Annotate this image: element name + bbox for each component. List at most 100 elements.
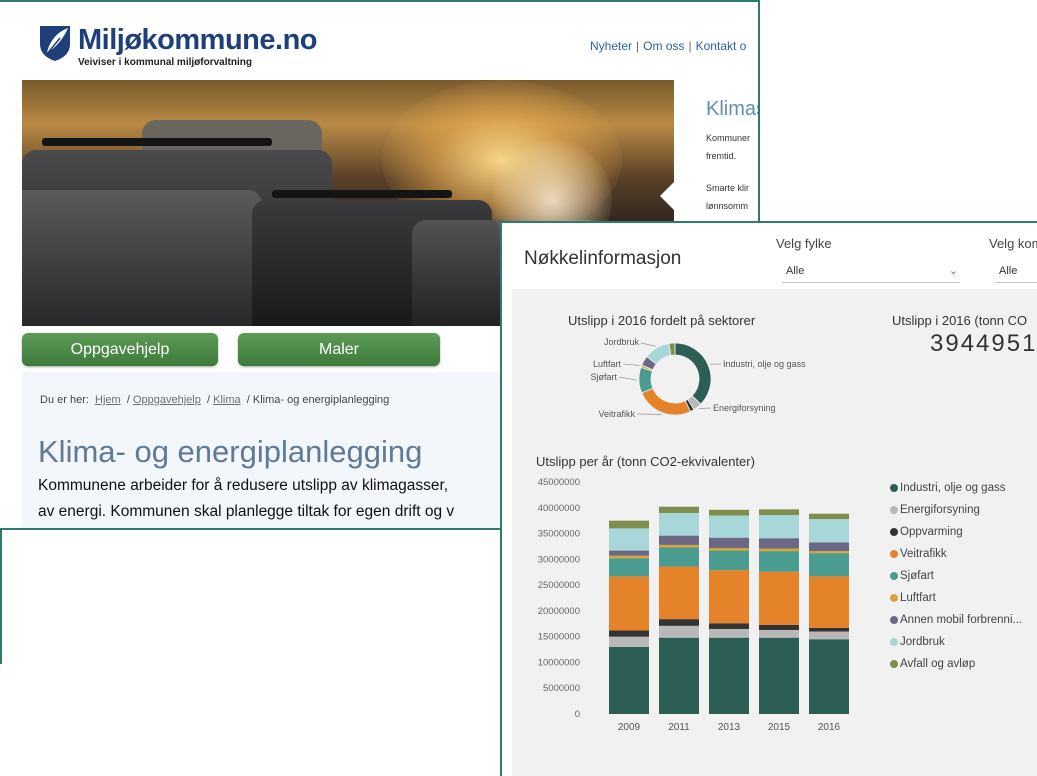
bar-segment[interactable] xyxy=(809,639,849,714)
bar-segment[interactable] xyxy=(659,625,699,638)
side-panel-text: fremtid. xyxy=(706,151,737,161)
bar-segment[interactable] xyxy=(759,571,799,625)
bar-segment[interactable] xyxy=(709,570,749,624)
legend-item[interactable]: Avfall og avløp xyxy=(890,653,1022,675)
donut-slice-label: Veitrafikk xyxy=(598,409,635,419)
bar-segment[interactable] xyxy=(709,628,749,638)
donut-chart[interactable]: Jordbruk Luftfart Sjøfart Veitrafikk Industr… xyxy=(572,331,912,451)
x-axis-tick-label: 2011 xyxy=(668,722,690,733)
breadcrumb-link-climate[interactable]: Klima xyxy=(213,394,241,406)
chevron-down-icon[interactable]: ⌄ xyxy=(949,260,958,282)
bar-segment[interactable] xyxy=(659,619,699,626)
bar-segment[interactable] xyxy=(809,631,849,640)
donut-slice[interactable] xyxy=(641,387,691,416)
legend-label: Veitrafikk xyxy=(900,548,947,560)
bar-chart-title: Utslipp per år (tonn CO2-ekvivalenter) xyxy=(536,454,755,469)
bar-segment[interactable] xyxy=(759,629,799,638)
bar-segment[interactable] xyxy=(609,550,649,556)
legend-item[interactable]: Annen mobil forbrenni... xyxy=(890,609,1022,631)
y-axis-tick-label: 10000000 xyxy=(538,657,580,668)
bar-segment[interactable] xyxy=(659,512,699,536)
bar-segment[interactable] xyxy=(809,513,849,520)
bar-segment[interactable] xyxy=(759,514,799,539)
bar-segment[interactable] xyxy=(709,623,749,629)
top-navigation: Nyheter | Om oss | Kontakt o xyxy=(590,39,746,53)
donut-slice[interactable] xyxy=(638,366,654,394)
breadcrumb-link-home[interactable]: Hjem xyxy=(95,394,121,406)
bar-segment[interactable] xyxy=(809,519,849,543)
bar-segment[interactable] xyxy=(609,636,649,647)
bar-segment[interactable] xyxy=(659,535,699,545)
bar-segment[interactable] xyxy=(609,576,649,631)
bar-segment[interactable] xyxy=(759,509,799,515)
legend-item[interactable]: Industri, olje og gass xyxy=(890,477,1022,499)
bar-segment[interactable] xyxy=(759,551,799,572)
panel-notch xyxy=(660,180,676,212)
county-slicer-dropdown[interactable]: Alle ⌄ xyxy=(782,260,960,283)
leaf-shield-icon[interactable] xyxy=(38,24,72,62)
donut-leader-line xyxy=(622,363,640,366)
legend-label: Annen mobil forbrenni... xyxy=(900,614,1023,626)
legend-item[interactable]: Veitrafikk xyxy=(890,543,1022,565)
task-help-button[interactable]: Oppgavehjelp xyxy=(22,333,218,366)
bar-segment[interactable] xyxy=(709,509,749,516)
bar-segment[interactable] xyxy=(609,646,649,714)
county-slicer-label: Velg fylke xyxy=(776,236,832,251)
bar-segment[interactable] xyxy=(609,520,649,529)
county-slicer-value: Alle xyxy=(786,265,805,277)
bar-segment[interactable] xyxy=(809,553,849,577)
bar-segment[interactable] xyxy=(759,637,799,714)
bar-segment[interactable] xyxy=(659,506,699,513)
bar-segment[interactable] xyxy=(659,566,699,620)
legend-item[interactable]: Sjøfart xyxy=(890,565,1022,587)
legend-color-dot xyxy=(890,572,898,580)
bar-segment[interactable] xyxy=(709,550,749,571)
bar-segment[interactable] xyxy=(809,627,849,632)
legend-color-dot xyxy=(890,528,898,536)
breadcrumb-prefix: Du er her: xyxy=(40,394,89,406)
bar-segment[interactable] xyxy=(659,544,699,548)
bar-chart-legend: Industri, olje og gass Energiforsyning Opp… xyxy=(890,477,1022,675)
legend-item[interactable]: Oppvarming xyxy=(890,521,1022,543)
donut-slice-label: Industri, olje og gass xyxy=(723,359,806,369)
bar-segment[interactable] xyxy=(809,576,849,628)
bar-segment[interactable] xyxy=(759,624,799,630)
bar-segment[interactable] xyxy=(609,558,649,577)
bar-segment[interactable] xyxy=(759,538,799,549)
legend-color-dot xyxy=(890,594,898,602)
donut-slice-label: Jordbruk xyxy=(604,337,640,347)
bar-segment[interactable] xyxy=(709,537,749,548)
legend-item[interactable]: Energiforsyning xyxy=(890,499,1022,521)
nav-link-news[interactable]: Nyheter xyxy=(590,39,632,53)
y-axis-tick-label: 0 xyxy=(575,709,580,720)
bar-segment[interactable] xyxy=(809,542,849,552)
nav-link-about[interactable]: Om oss xyxy=(643,39,684,53)
bar-segment[interactable] xyxy=(659,637,699,714)
kpi-title: Utslipp i 2016 (tonn CO xyxy=(892,313,1028,328)
breadcrumb-link-task-help[interactable]: Oppgavehjelp xyxy=(133,394,201,406)
donut-slice-label: Energiforsyning xyxy=(713,403,776,413)
site-logo-title[interactable]: Miljøkommune.no xyxy=(78,24,318,57)
x-axis-tick-label: 2015 xyxy=(768,722,791,733)
legend-item[interactable]: Jordbruk xyxy=(890,631,1022,653)
donut-slice-label: Sjøfart xyxy=(590,372,617,382)
bar-segment[interactable] xyxy=(759,548,799,552)
municipality-slicer-dropdown[interactable]: Alle xyxy=(995,260,1037,283)
legend-item[interactable]: Luftfart xyxy=(890,587,1022,609)
donut-chart-title: Utslipp i 2016 fordelt på sektorer xyxy=(568,313,756,328)
bar-segment[interactable] xyxy=(659,547,699,567)
bar-segment[interactable] xyxy=(609,630,649,637)
templates-button[interactable]: Maler xyxy=(238,333,440,366)
stacked-bar-chart[interactable]: 0 5000000 10000000 15000000 20000000 25000000… xyxy=(512,471,862,771)
nav-link-contact[interactable]: Kontakt o xyxy=(696,39,747,53)
lead-paragraph-line: av energi. Kommunen skal planlegge tilta… xyxy=(38,503,455,520)
bar-segment[interactable] xyxy=(709,547,749,551)
bar-segment[interactable] xyxy=(709,515,749,538)
bar-segment[interactable] xyxy=(609,555,649,559)
legend-label: Avfall og avløp xyxy=(900,658,976,670)
bar-segment[interactable] xyxy=(709,637,749,714)
donut-slice[interactable] xyxy=(674,342,712,405)
bar-segment[interactable] xyxy=(809,551,849,554)
kpi-value: 39449518 xyxy=(930,330,1037,357)
bar-segment[interactable] xyxy=(609,528,649,551)
